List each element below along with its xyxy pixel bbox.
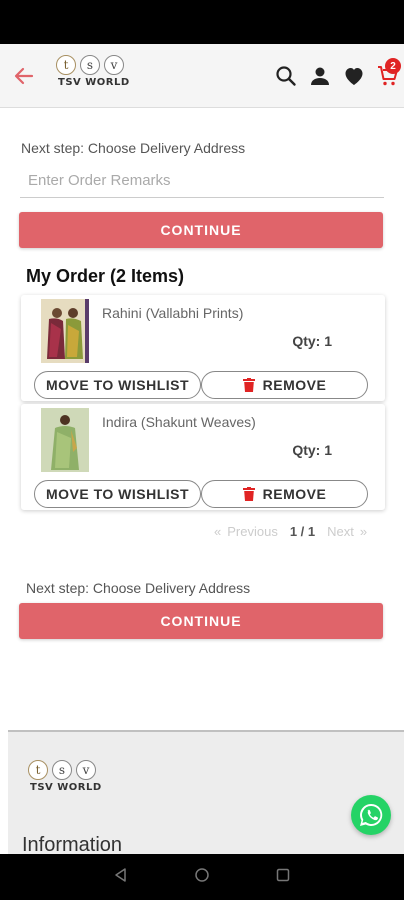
order-remarks-input[interactable]	[20, 164, 384, 198]
status-bar	[0, 0, 404, 44]
remove-button[interactable]: REMOVE	[201, 371, 368, 399]
product-name[interactable]: Rahini (Vallabhi Prints)	[102, 305, 243, 321]
move-to-wishlist-button[interactable]: MOVE TO WISHLIST	[34, 371, 201, 399]
logo-letter: s	[80, 55, 100, 75]
continue-button[interactable]: CONTINUE	[19, 603, 383, 639]
product-image[interactable]	[41, 299, 89, 363]
logo-letter: s	[52, 760, 72, 780]
logo-letter: t	[28, 760, 48, 780]
continue-button[interactable]: CONTINUE	[19, 212, 383, 248]
remove-button[interactable]: REMOVE	[201, 480, 368, 508]
footer: t s v TSV WORLD Information	[8, 730, 404, 856]
search-icon[interactable]	[274, 64, 298, 88]
my-order-title: My Order (2 Items)	[26, 266, 185, 286]
pagination: « Previous 1 / 1 Next »	[214, 524, 367, 539]
order-item-card: Rahini (Vallabhi Prints) Qty: 1 MOVE TO …	[21, 295, 385, 401]
tsv-logo[interactable]: t s v TSV WORLD	[56, 55, 132, 95]
trash-icon	[242, 378, 255, 392]
back-nav-icon[interactable]	[113, 867, 129, 888]
account-icon[interactable]	[308, 64, 332, 88]
product-qty: Qty: 1	[292, 333, 332, 349]
whatsapp-icon[interactable]	[351, 795, 391, 835]
next-page-link[interactable]: Next	[327, 524, 354, 539]
system-nav-bar	[0, 854, 404, 900]
next-step-text: Next step: Choose Delivery Address	[21, 140, 246, 156]
remove-label: REMOVE	[262, 377, 327, 393]
move-to-wishlist-button[interactable]: MOVE TO WISHLIST	[34, 480, 201, 508]
order-item-card: Indira (Shakunt Weaves) Qty: 1 MOVE TO W…	[21, 404, 385, 510]
home-nav-icon[interactable]	[194, 867, 210, 888]
remove-label: REMOVE	[262, 486, 327, 502]
logo-letter: t	[56, 55, 76, 75]
trash-icon	[242, 487, 255, 501]
app-header: t s v TSV WORLD	[0, 44, 404, 108]
wishlist-heart-icon[interactable]	[342, 64, 366, 88]
logo-letter: v	[76, 760, 96, 780]
product-name[interactable]: Indira (Shakunt Weaves)	[102, 414, 256, 430]
next-step-text: Next step: Choose Delivery Address	[26, 580, 251, 596]
previous-arrow-icon[interactable]: «	[214, 524, 221, 539]
logo-text: TSV WORLD	[58, 77, 130, 88]
product-qty: Qty: 1	[292, 442, 332, 458]
back-arrow-icon[interactable]	[12, 64, 36, 88]
cart-count-badge: 2	[385, 58, 401, 74]
next-arrow-icon[interactable]: »	[360, 524, 367, 539]
logo-letter: v	[104, 55, 124, 75]
previous-page-link[interactable]: Previous	[227, 524, 278, 539]
product-image[interactable]	[41, 408, 89, 472]
page-indicator: 1 / 1	[289, 524, 316, 539]
logo-text: TSV WORLD	[30, 782, 102, 793]
footer-tsv-logo[interactable]: t s v TSV WORLD	[28, 760, 102, 793]
recents-nav-icon[interactable]	[275, 867, 291, 888]
